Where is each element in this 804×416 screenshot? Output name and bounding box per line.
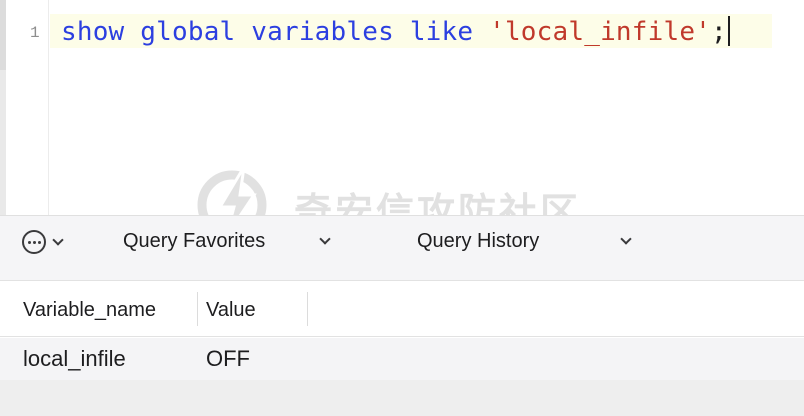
table-row[interactable]: local_infile OFF [0,338,804,380]
sql-editor[interactable]: show global variables like 'local_infile… [50,0,804,215]
query-favorites-button[interactable]: Query Favorites [123,228,265,254]
code-line[interactable]: show global variables like 'local_infile… [61,16,730,48]
statement-terminator: ; [711,17,727,47]
line-number-gutter: 1 [6,0,49,215]
text-caret [727,16,730,46]
cell-variable-name[interactable]: local_infile [23,346,126,372]
results-header: Variable_name Value [0,282,804,337]
favorites-chevron-down-icon[interactable] [319,233,331,245]
keyword-variables: variables [251,17,394,47]
column-header-variable-name[interactable]: Variable_name [23,299,156,322]
column-divider[interactable] [197,292,198,326]
keyword-like: like [409,17,474,47]
column-header-value[interactable]: Value [206,299,256,322]
ellipsis-circle-icon [22,230,46,254]
line-number: 1 [30,24,40,42]
keyword-global: global [140,17,236,47]
history-chevron-down-icon[interactable] [620,233,632,245]
query-favorites-label: Query Favorites [123,229,266,252]
chevron-down-icon [52,234,64,246]
query-history-label: Query History [417,229,540,252]
more-actions-button[interactable] [22,229,76,255]
keyword-show: show [61,17,125,47]
column-divider[interactable] [307,292,308,326]
query-toolbar: Query Favorites Query History [0,215,804,281]
cell-value[interactable]: OFF [206,346,250,372]
results-empty-area [0,380,804,416]
string-literal: 'local_infile' [489,17,712,47]
query-history-button[interactable]: Query History [417,228,539,254]
